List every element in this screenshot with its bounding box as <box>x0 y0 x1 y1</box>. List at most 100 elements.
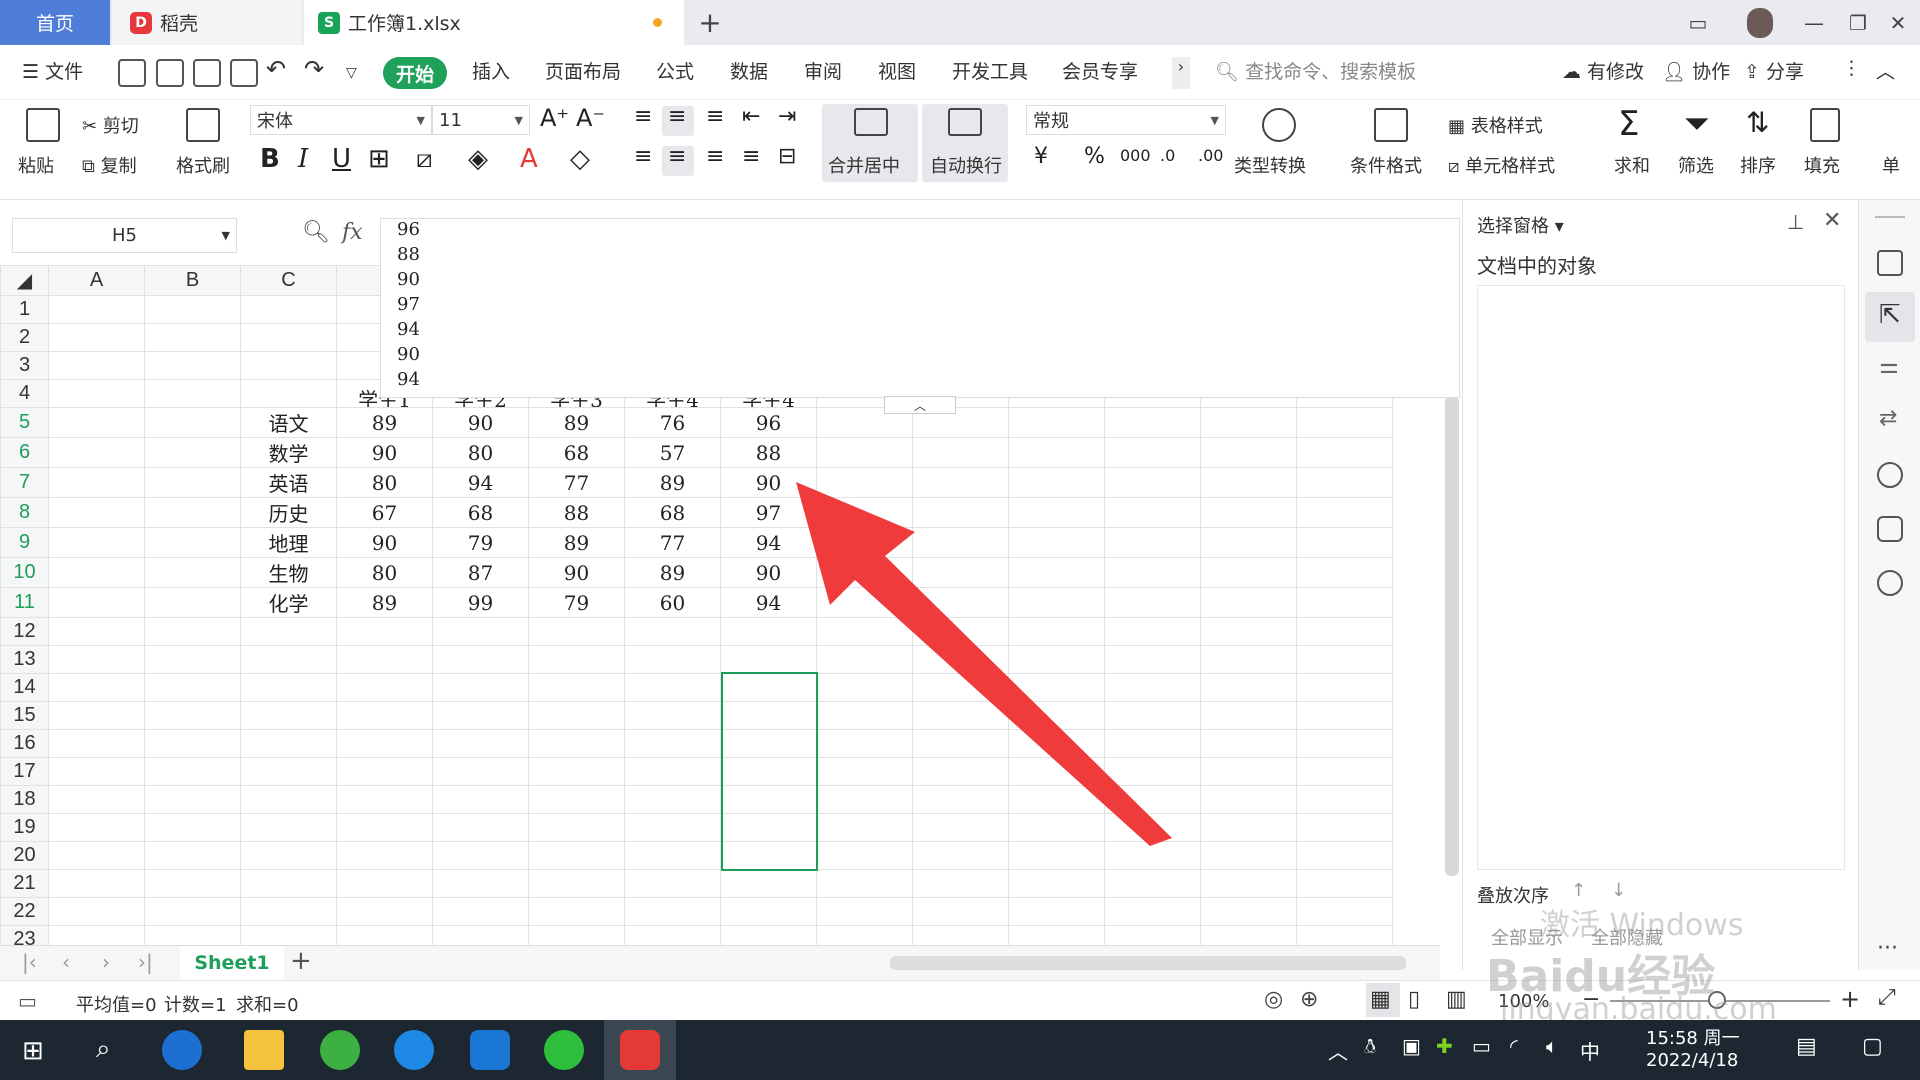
cell[interactable] <box>912 497 1009 528</box>
cell[interactable] <box>720 673 817 702</box>
cell[interactable] <box>1008 757 1105 786</box>
notification-icon[interactable]: ▢ <box>1862 1034 1883 1059</box>
cell[interactable] <box>1200 841 1297 870</box>
cell[interactable]: 94 <box>720 527 817 558</box>
cell[interactable] <box>624 757 721 786</box>
align-bottom-icon[interactable]: ≡ <box>706 104 724 129</box>
cell[interactable] <box>1104 617 1201 646</box>
cell[interactable] <box>48 467 145 498</box>
more-options-icon[interactable]: ··· <box>1877 936 1898 961</box>
cell[interactable] <box>1008 813 1105 842</box>
save-icon[interactable] <box>118 59 146 87</box>
cell[interactable] <box>912 841 1009 870</box>
objects-list[interactable] <box>1477 285 1845 870</box>
export-icon[interactable] <box>156 59 184 87</box>
cell[interactable] <box>336 841 433 870</box>
align-top-icon[interactable]: ≡ <box>634 104 652 129</box>
page-break-view-icon[interactable]: ▥ <box>1446 987 1467 1012</box>
cell[interactable] <box>336 897 433 926</box>
cell[interactable] <box>144 729 241 758</box>
browser-icon[interactable] <box>320 1030 360 1070</box>
cell[interactable] <box>816 897 913 926</box>
filter-button[interactable]: 筛选 <box>1678 152 1714 178</box>
cell[interactable] <box>912 729 1009 758</box>
row-header[interactable]: 18 <box>0 785 49 814</box>
cell[interactable] <box>912 897 1009 926</box>
cell[interactable]: 89 <box>528 407 625 438</box>
cell[interactable]: 语文 <box>240 407 337 438</box>
cell[interactable] <box>1200 645 1297 674</box>
cell[interactable] <box>1008 673 1105 702</box>
bring-forward-icon[interactable]: ↑ <box>1571 880 1586 901</box>
horizontal-scrollbar[interactable] <box>890 956 1406 970</box>
row-header[interactable]: 6 <box>0 437 49 468</box>
cell[interactable] <box>816 869 913 898</box>
row-header[interactable]: 16 <box>0 729 49 758</box>
cell[interactable] <box>1104 587 1201 618</box>
cell[interactable] <box>1296 757 1393 786</box>
tab-docer[interactable]: D 稻壳 <box>112 0 302 45</box>
cell[interactable] <box>528 841 625 870</box>
close-pane-icon[interactable]: ✕ <box>1823 208 1841 233</box>
cell[interactable] <box>240 869 337 898</box>
cell[interactable] <box>144 841 241 870</box>
font-size-select[interactable]: 11 ▼ <box>432 105 530 135</box>
type-convert-button[interactable]: 类型转换 <box>1234 152 1306 178</box>
cell[interactable] <box>432 841 529 870</box>
cell[interactable] <box>48 407 145 438</box>
align-center-icon[interactable]: ≡ <box>668 144 686 169</box>
cell[interactable] <box>528 729 625 758</box>
transform-icon[interactable]: ⇄ <box>1879 406 1897 431</box>
print-preview-icon[interactable] <box>230 59 258 87</box>
cell[interactable] <box>816 729 913 758</box>
cell[interactable]: 90 <box>336 527 433 558</box>
avatar[interactable] <box>1738 0 1782 45</box>
cell[interactable] <box>1296 813 1393 842</box>
cell[interactable]: 生物 <box>240 557 337 588</box>
cell[interactable]: 地理 <box>240 527 337 558</box>
prev-sheet-icon[interactable]: ‹ <box>62 950 70 974</box>
cell[interactable]: 90 <box>720 557 817 588</box>
cell[interactable] <box>624 925 721 945</box>
cell[interactable] <box>720 617 817 646</box>
wps-icon[interactable] <box>620 1030 660 1070</box>
cell[interactable] <box>1008 407 1105 438</box>
cell[interactable] <box>432 673 529 702</box>
cell[interactable] <box>816 841 913 870</box>
cell[interactable] <box>1104 785 1201 814</box>
cell[interactable]: 89 <box>336 587 433 618</box>
cell[interactable] <box>816 557 913 588</box>
cell[interactable] <box>1200 757 1297 786</box>
menu-review[interactable]: 审阅 <box>804 57 842 84</box>
cell[interactable] <box>144 323 241 352</box>
cell[interactable] <box>432 645 529 674</box>
cell[interactable] <box>336 785 433 814</box>
cell[interactable] <box>720 897 817 926</box>
cell[interactable] <box>624 785 721 814</box>
chevron-down-icon[interactable]: ▽ <box>346 65 357 81</box>
cell[interactable] <box>240 701 337 730</box>
cell[interactable] <box>528 617 625 646</box>
fx-icon[interactable]: fx <box>342 220 363 245</box>
command-search[interactable]: 🔍︎ 查找命令、搜索模板 <box>1215 57 1416 84</box>
cell[interactable] <box>48 813 145 842</box>
cell[interactable]: 96 <box>720 407 817 438</box>
cell[interactable] <box>1200 701 1297 730</box>
cell[interactable] <box>432 701 529 730</box>
has-changes-button[interactable]: ☁ 有修改 <box>1562 57 1644 84</box>
cell[interactable] <box>1200 497 1297 528</box>
cell[interactable] <box>1296 841 1393 870</box>
distribute-icon[interactable]: ⊟ <box>778 144 796 169</box>
border-icon[interactable]: ⊞ <box>368 144 390 174</box>
cell[interactable]: 77 <box>528 467 625 498</box>
cell[interactable] <box>48 557 145 588</box>
cell[interactable] <box>432 897 529 926</box>
cell[interactable] <box>336 925 433 945</box>
cell[interactable] <box>336 617 433 646</box>
cell[interactable] <box>1104 869 1201 898</box>
cell[interactable] <box>1104 557 1201 588</box>
restore-icon[interactable]: ❐ <box>1836 0 1880 45</box>
thousands-icon[interactable]: 000 <box>1120 146 1151 165</box>
cell[interactable] <box>144 617 241 646</box>
cell[interactable] <box>816 925 913 945</box>
